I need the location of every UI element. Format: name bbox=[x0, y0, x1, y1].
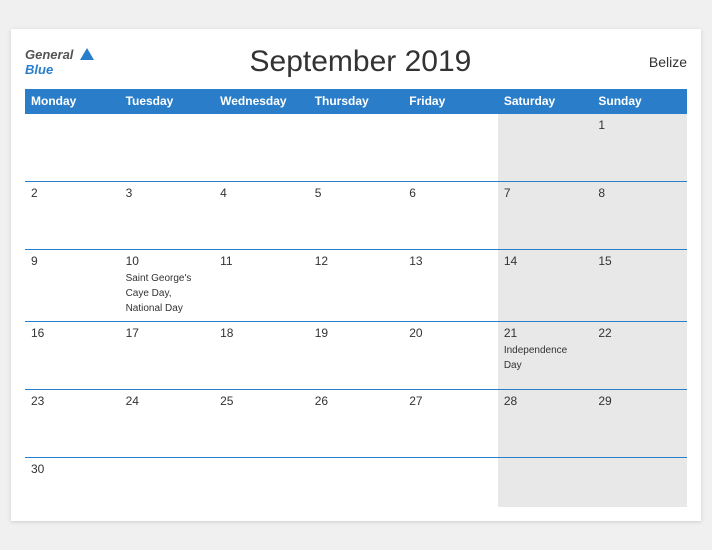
calendar-cell: 9 bbox=[25, 249, 120, 321]
calendar-cell bbox=[214, 113, 309, 181]
weekday-header-row: MondayTuesdayWednesdayThursdayFridaySatu… bbox=[25, 89, 687, 114]
calendar-cell bbox=[498, 113, 593, 181]
calendar-cell bbox=[403, 457, 498, 507]
calendar-cell: 15 bbox=[592, 249, 687, 321]
calendar-cell: 21 Independence Day bbox=[498, 321, 593, 389]
calendar-cell: 2 bbox=[25, 181, 120, 249]
day-number: 3 bbox=[126, 186, 209, 200]
logo-triangle-icon bbox=[80, 48, 94, 60]
calendar-cell: 3 bbox=[120, 181, 215, 249]
calendar-cell: 28 bbox=[498, 389, 593, 457]
day-number: 2 bbox=[31, 186, 114, 200]
calendar-container: General Blue September 2019 Belize Monda… bbox=[11, 29, 701, 522]
day-number: 29 bbox=[598, 394, 681, 408]
day-number: 13 bbox=[409, 254, 492, 268]
day-number: 5 bbox=[315, 186, 398, 200]
event-text: Saint George's Caye Day, National Day bbox=[126, 273, 192, 314]
calendar-cell: 14 bbox=[498, 249, 593, 321]
calendar-cell bbox=[214, 457, 309, 507]
calendar-cell bbox=[120, 113, 215, 181]
logo-blue: Blue bbox=[25, 63, 94, 76]
calendar-cell: 17 bbox=[120, 321, 215, 389]
day-number: 14 bbox=[504, 254, 587, 268]
calendar-cell: 23 bbox=[25, 389, 120, 457]
calendar-cell: 7 bbox=[498, 181, 593, 249]
day-number: 26 bbox=[315, 394, 398, 408]
day-number: 20 bbox=[409, 326, 492, 340]
calendar-cell: 16 bbox=[25, 321, 120, 389]
calendar-cell: 18 bbox=[214, 321, 309, 389]
calendar-cell: 10 Saint George's Caye Day, National Day bbox=[120, 249, 215, 321]
calendar-cell: 4 bbox=[214, 181, 309, 249]
weekday-header-thursday: Thursday bbox=[309, 89, 404, 114]
calendar-cell bbox=[309, 457, 404, 507]
calendar-cell bbox=[498, 457, 593, 507]
calendar-cell: 20 bbox=[403, 321, 498, 389]
day-number: 18 bbox=[220, 326, 303, 340]
calendar-cell: 13 bbox=[403, 249, 498, 321]
calendar-cell: 19 bbox=[309, 321, 404, 389]
calendar-cell: 24 bbox=[120, 389, 215, 457]
calendar-cell: 29 bbox=[592, 389, 687, 457]
calendar-cell: 12 bbox=[309, 249, 404, 321]
calendar-cell: 27 bbox=[403, 389, 498, 457]
calendar-header: General Blue September 2019 Belize bbox=[25, 45, 687, 79]
weekday-header-wednesday: Wednesday bbox=[214, 89, 309, 114]
day-number: 16 bbox=[31, 326, 114, 340]
weekday-header-sunday: Sunday bbox=[592, 89, 687, 114]
calendar-cell: 25 bbox=[214, 389, 309, 457]
calendar-cell: 26 bbox=[309, 389, 404, 457]
day-number: 12 bbox=[315, 254, 398, 268]
day-number: 9 bbox=[31, 254, 114, 268]
country-name: Belize bbox=[627, 54, 687, 70]
calendar-cell bbox=[25, 113, 120, 181]
day-number: 24 bbox=[126, 394, 209, 408]
day-number: 30 bbox=[31, 462, 114, 476]
calendar-cell: 5 bbox=[309, 181, 404, 249]
calendar-cell: 6 bbox=[403, 181, 498, 249]
calendar-table: MondayTuesdayWednesdayThursdayFridaySatu… bbox=[25, 89, 687, 508]
day-number: 19 bbox=[315, 326, 398, 340]
day-number: 1 bbox=[598, 118, 681, 132]
day-number: 21 bbox=[504, 326, 587, 340]
calendar-week-row: 1 bbox=[25, 113, 687, 181]
logo: General Blue bbox=[25, 47, 94, 76]
day-number: 28 bbox=[504, 394, 587, 408]
weekday-header-monday: Monday bbox=[25, 89, 120, 114]
day-number: 8 bbox=[598, 186, 681, 200]
calendar-week-row: 9 10 Saint George's Caye Day, National Day… bbox=[25, 249, 687, 321]
day-number: 17 bbox=[126, 326, 209, 340]
day-number: 25 bbox=[220, 394, 303, 408]
calendar-cell: 11 bbox=[214, 249, 309, 321]
day-number: 6 bbox=[409, 186, 492, 200]
calendar-cell bbox=[120, 457, 215, 507]
day-number: 7 bbox=[504, 186, 587, 200]
calendar-week-row: 30 bbox=[25, 457, 687, 507]
weekday-header-friday: Friday bbox=[403, 89, 498, 114]
day-number: 23 bbox=[31, 394, 114, 408]
calendar-cell: 22 bbox=[592, 321, 687, 389]
calendar-cell: 8 bbox=[592, 181, 687, 249]
logo-general: General bbox=[25, 47, 94, 63]
day-number: 15 bbox=[598, 254, 681, 268]
calendar-cell bbox=[592, 457, 687, 507]
calendar-cell bbox=[309, 113, 404, 181]
day-number: 11 bbox=[220, 254, 303, 268]
calendar-cell: 30 bbox=[25, 457, 120, 507]
calendar-title: September 2019 bbox=[94, 45, 627, 79]
calendar-week-row: 16 17 18 19 20 21 Independence Day 22 bbox=[25, 321, 687, 389]
day-number: 22 bbox=[598, 326, 681, 340]
calendar-cell: 1 bbox=[592, 113, 687, 181]
calendar-cell bbox=[403, 113, 498, 181]
day-number: 27 bbox=[409, 394, 492, 408]
day-number: 4 bbox=[220, 186, 303, 200]
weekday-header-saturday: Saturday bbox=[498, 89, 593, 114]
calendar-week-row: 23 24 25 26 27 28 29 bbox=[25, 389, 687, 457]
day-number: 10 bbox=[126, 254, 209, 268]
calendar-week-row: 2345678 bbox=[25, 181, 687, 249]
weekday-header-tuesday: Tuesday bbox=[120, 89, 215, 114]
event-text: Independence Day bbox=[504, 345, 567, 371]
